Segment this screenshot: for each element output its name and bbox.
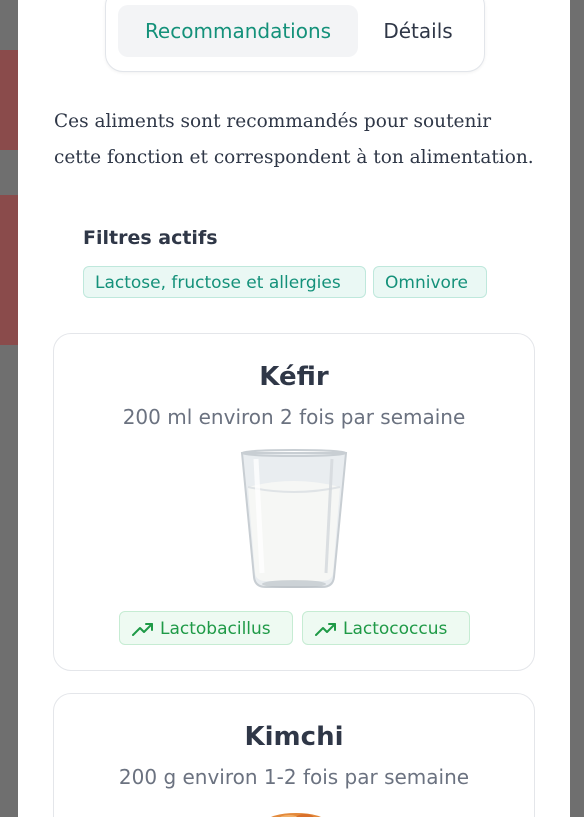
tab-recommandations[interactable]: Recommandations <box>118 5 358 57</box>
food-name: Kéfir <box>259 362 329 392</box>
filters-title: Filtres actifs <box>83 227 218 249</box>
tab-details[interactable]: Détails <box>360 5 476 57</box>
kefir-glass-image <box>240 449 348 588</box>
backdrop-accent <box>0 195 18 345</box>
bacteria-tag-lactobacillus: Lactobacillus <box>119 611 293 645</box>
backdrop-accent <box>0 50 18 150</box>
food-card-kefir[interactable]: Kéfir 200 ml environ 2 fois par semaine … <box>53 333 535 671</box>
food-portion: 200 g environ 1-2 fois par semaine <box>118 765 470 789</box>
trending-up-icon <box>132 623 153 636</box>
food-card-kimchi[interactable]: Kimchi 200 g environ 1-2 fois par semain… <box>53 693 535 817</box>
kimchi-image <box>271 813 321 817</box>
tag-label: Lactobacillus <box>160 619 271 639</box>
tab-bar: Recommandations Détails <box>105 0 485 72</box>
food-portion: 200 ml environ 2 fois par semaine <box>122 405 466 429</box>
recommendations-modal: Recommandations Détails Ces aliments son… <box>18 0 570 817</box>
filter-chip-omnivore[interactable]: Omnivore <box>373 266 487 298</box>
bacteria-tag-lactococcus: Lactococcus <box>302 611 470 645</box>
food-name: Kimchi <box>244 722 344 752</box>
intro-text: Ces aliments sont recommandés pour soute… <box>54 111 534 168</box>
trending-up-icon <box>315 623 336 636</box>
filter-chip-lactose[interactable]: Lactose, fructose et allergies <box>83 266 366 298</box>
tag-label: Lactococcus <box>343 619 448 639</box>
